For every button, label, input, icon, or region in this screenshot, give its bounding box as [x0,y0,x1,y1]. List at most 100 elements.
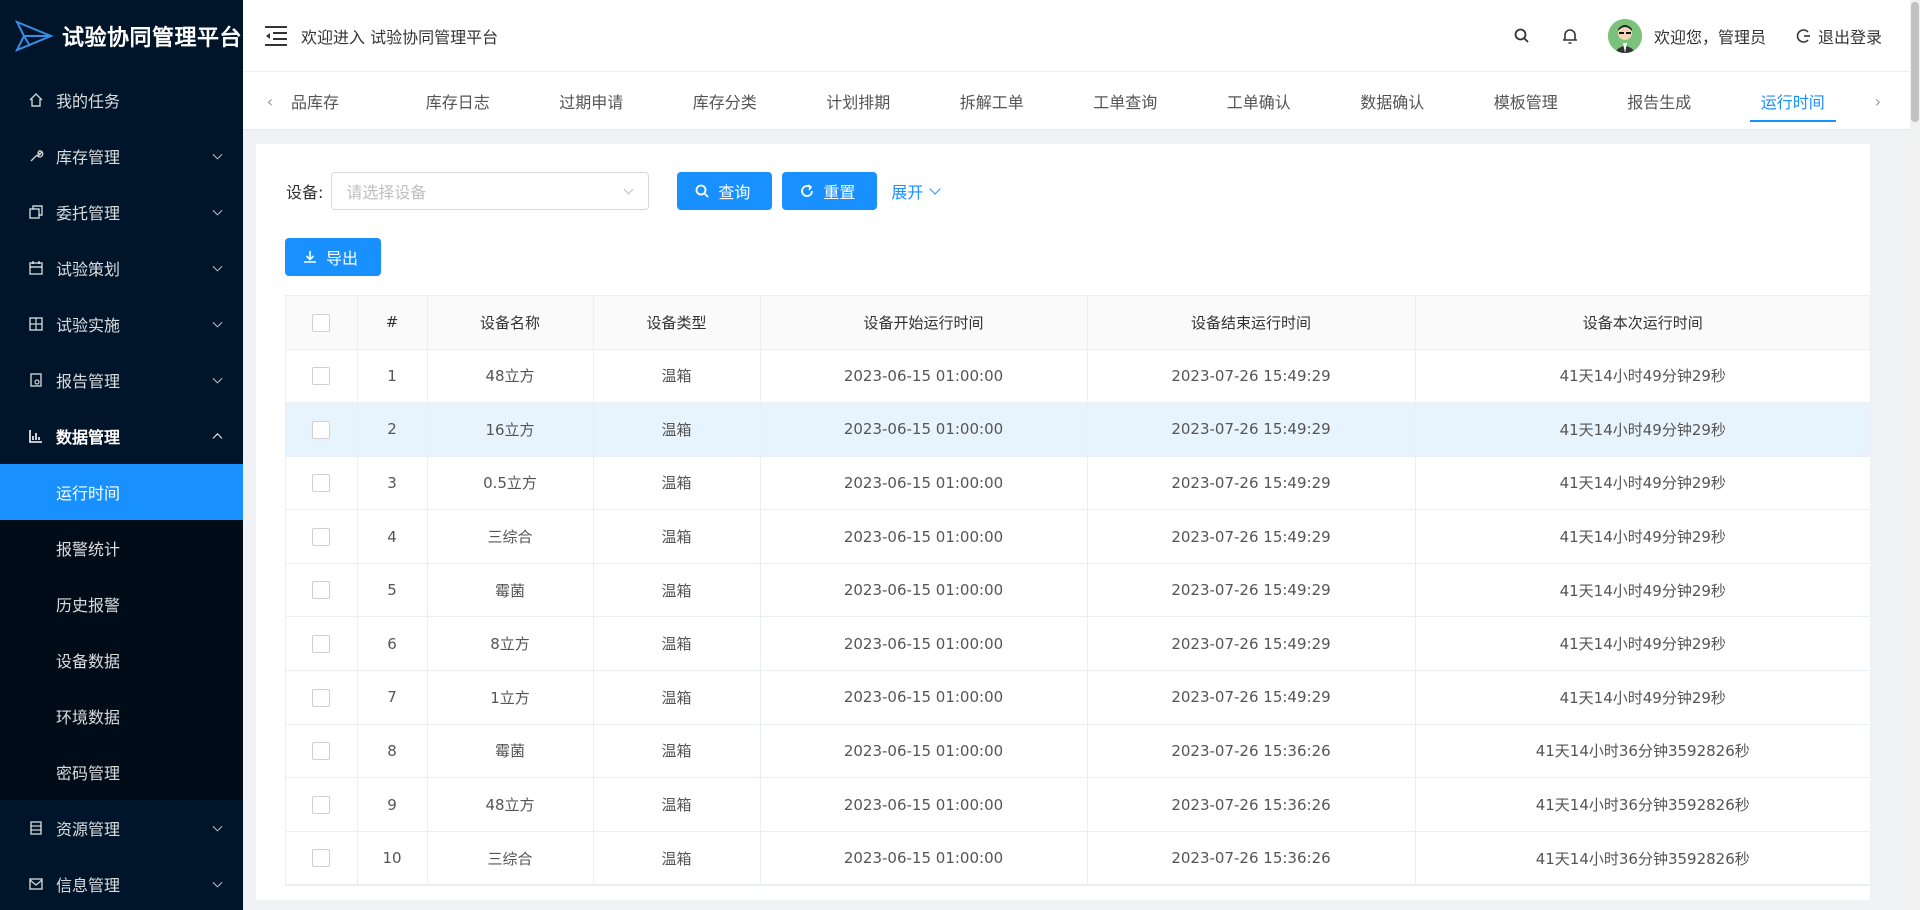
top-header: 欢迎进入 试验协同管理平台 欢迎您，管理员 退出登录 [243,0,1910,72]
table-cell: 9 [357,777,428,832]
tab-inventory-category[interactable]: 库存分类 [658,72,792,129]
tab-template-manage[interactable]: 模板管理 [1459,72,1593,129]
paper-plane-logo-icon [14,20,54,52]
row-select-cell [286,670,358,725]
query-button[interactable]: 查询 [677,172,773,210]
table-row[interactable]: 5 霉菌 温箱 2023-06-15 01:00:00 2023-07-26 1… [286,563,1870,618]
submenu-item-history-alarm[interactable]: 历史报警 [0,576,243,632]
export-button[interactable]: 导出 [285,238,381,276]
tab-expiry-request[interactable]: 过期申请 [525,72,659,129]
select-all-checkbox[interactable] [312,313,331,332]
page-scrollbar[interactable] [1910,0,1920,910]
table-row[interactable]: 7 1立方 温箱 2023-06-15 01:00:00 2023-07-26 … [286,670,1870,725]
expand-toggle[interactable]: 展开 [891,179,942,203]
column-header: 设备名称 [427,296,594,350]
row-checkbox[interactable] [312,795,331,814]
tab-disassembly-order[interactable]: 拆解工单 [925,72,1059,129]
download-icon [304,251,316,263]
row-checkbox[interactable] [312,367,331,386]
table-cell: 2023-07-26 15:49:29 [1087,563,1416,618]
bell-icon[interactable] [1560,26,1580,46]
chevron-down-icon [212,821,223,832]
table-cell: 2023-06-15 01:00:00 [760,831,1088,886]
export-label: 导出 [326,251,359,268]
table-cell: 2 [357,402,428,457]
logout-button[interactable]: 退出登录 [1796,24,1882,48]
row-checkbox[interactable] [312,688,331,707]
avatar[interactable] [1607,19,1642,53]
sidebar-item-test-planning[interactable]: 试验策划 [0,240,243,296]
tab-product-inventory[interactable]: 品库存 [291,72,391,129]
device-select[interactable]: 请选择设备 [331,172,650,210]
submenu-item-device-data[interactable]: 设备数据 [0,632,243,688]
sidebar-item-report[interactable]: 报告管理 [0,352,243,408]
row-checkbox[interactable] [312,742,331,761]
device-select-placeholder: 请选择设备 [346,183,427,202]
tab-scroll-right-icon[interactable]: › [1863,72,1893,129]
tab-inventory-log[interactable]: 库存日志 [391,72,525,129]
reset-button[interactable]: 重置 [782,172,878,210]
table-cell: 2023-07-26 15:36:26 [1087,724,1416,779]
row-select-cell [286,349,358,404]
device-filter-label: 设备: [286,183,324,202]
tab-schedule[interactable]: 计划排期 [792,72,926,129]
row-checkbox[interactable] [312,581,331,600]
chevron-down-icon [212,317,223,328]
tab-scroll-left-icon[interactable]: ‹ [255,72,285,129]
header-actions: 欢迎您，管理员 退出登录 [1484,0,1882,72]
submenu-item-alarm-stats[interactable]: 报警统计 [0,520,243,576]
submenu-item-env-data[interactable]: 环境数据 [0,688,243,744]
row-checkbox[interactable] [312,849,331,868]
table-row[interactable]: 1 48立方 温箱 2023-06-15 01:00:00 2023-07-26… [286,349,1870,404]
row-select-cell [286,724,358,779]
sidebar-item-inventory[interactable]: 库存管理 [0,128,243,184]
logout-label: 退出登录 [1817,28,1882,47]
row-checkbox[interactable] [312,474,331,493]
tab-order-query[interactable]: 工单查询 [1059,72,1193,129]
table-row[interactable]: 4 三综合 温箱 2023-06-15 01:00:00 2023-07-26 … [286,509,1870,564]
sidebar-item-label: 资源管理 [56,820,121,839]
submenu-item-run-time[interactable]: 运行时间 [0,464,243,520]
scrollbar-thumb[interactable] [1911,2,1919,122]
table-cell: 温箱 [593,724,761,779]
sidebar-item-data[interactable]: 数据管理 [0,408,243,464]
tab-report-generate[interactable]: 报告生成 [1593,72,1727,129]
logo: 试验协同管理平台 [0,0,243,72]
chevron-down-icon [623,184,634,195]
table-row[interactable]: 10 三综合 温箱 2023-06-15 01:00:00 2023-07-26… [286,831,1870,886]
row-checkbox[interactable] [312,527,331,546]
sidebar-item-label: 试验实施 [56,316,121,335]
sidebar-item-my-tasks[interactable]: 我的任务 [0,72,243,128]
table-cell: 2023-06-15 01:00:00 [760,724,1088,779]
table-cell: 三综合 [427,831,594,886]
chevron-down-icon [212,205,223,216]
sidebar-item-resource[interactable]: 资源管理 [0,800,243,856]
table-row[interactable]: 9 48立方 温箱 2023-06-15 01:00:00 2023-07-26… [286,777,1870,832]
table-row[interactable]: 8 霉菌 温箱 2023-06-15 01:00:00 2023-07-26 1… [286,724,1870,779]
table-cell: 2023-07-26 15:49:29 [1087,456,1416,511]
table-cell: 41天14小时36分钟3592826秒 [1415,777,1870,832]
table-cell: 温箱 [593,777,761,832]
bar-chart-icon [29,430,42,443]
tab-order-confirm[interactable]: 工单确认 [1192,72,1326,129]
table-cell: 2023-07-26 15:49:29 [1087,670,1416,725]
data-submenu: 运行时间 报警统计 历史报警 设备数据 环境数据 密码管理 [0,464,243,800]
table-cell: 8 [357,724,428,779]
row-checkbox[interactable] [312,635,331,654]
table-row[interactable]: 2 16立方 温箱 2023-06-15 01:00:00 2023-07-26… [286,402,1870,457]
table-cell: 2023-06-15 01:00:00 [760,456,1088,511]
menu-fold-icon[interactable] [263,25,289,47]
row-select-cell [286,777,358,832]
search-icon[interactable] [1512,26,1532,46]
table-row[interactable]: 6 8立方 温箱 2023-06-15 01:00:00 2023-07-26 … [286,616,1870,672]
grid-icon [29,317,43,331]
table-cell: 2023-07-26 15:36:26 [1087,831,1416,886]
tab-data-confirm[interactable]: 数据确认 [1326,72,1460,129]
tab-run-time[interactable]: 运行时间 [1726,72,1860,129]
submenu-item-password[interactable]: 密码管理 [0,744,243,800]
row-checkbox[interactable] [312,420,331,439]
sidebar-item-info[interactable]: 信息管理 [0,856,243,910]
sidebar-item-commission[interactable]: 委托管理 [0,184,243,240]
table-row[interactable]: 3 0.5立方 温箱 2023-06-15 01:00:00 2023-07-2… [286,456,1870,511]
sidebar-item-test-execution[interactable]: 试验实施 [0,296,243,352]
